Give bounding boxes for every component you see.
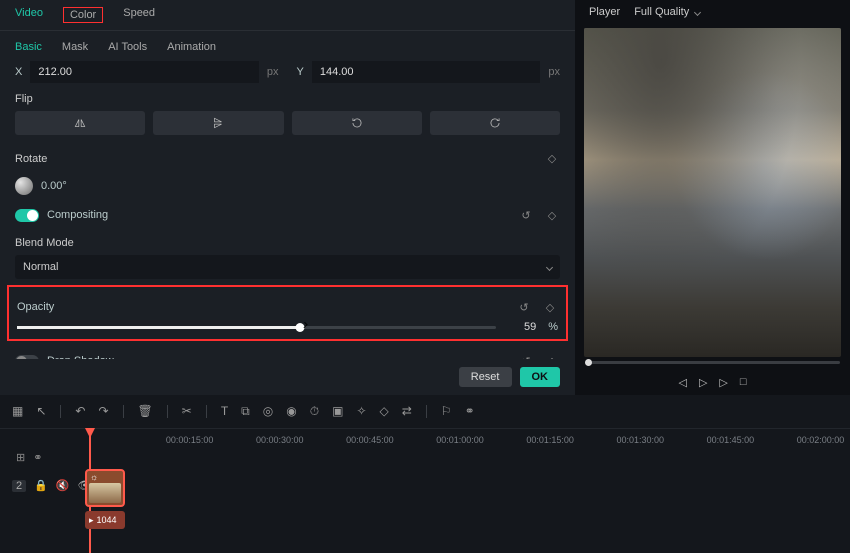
adjust-tool[interactable]: ⇄ — [402, 404, 412, 419]
timeline-ruler[interactable]: 00:00:15:00 00:00:30:00 00:00:45:00 00:0… — [87, 429, 838, 455]
flip-v-icon — [211, 116, 225, 130]
clip-play-icon: ▸ — [89, 515, 94, 526]
opacity-reset-button[interactable]: ↺ — [516, 299, 532, 315]
tab-speed[interactable]: Speed — [123, 7, 155, 23]
ruler-tick: 00:00:30:00 — [256, 435, 304, 445]
compositing-toggle[interactable] — [15, 209, 39, 222]
tab-color[interactable]: Color — [63, 7, 103, 23]
reset-button[interactable]: Reset — [459, 367, 512, 387]
speed-tool[interactable]: ◉ — [286, 404, 296, 419]
tab-animation[interactable]: Animation — [167, 41, 216, 53]
secondary-tabs: Basic Mask AI Tools Animation — [0, 31, 575, 61]
prev-frame-button[interactable]: ◁ — [678, 376, 686, 389]
crop-tool[interactable]: ⧉ — [241, 404, 250, 419]
compositing-label: Compositing — [47, 209, 108, 221]
delete-button[interactable]: 🗑 — [138, 404, 153, 419]
ruler-tick: 00:00:45:00 — [346, 435, 394, 445]
primary-tabs: Video Color Speed — [0, 0, 575, 31]
tab-ai-tools[interactable]: AI Tools — [108, 41, 147, 53]
timeline: ⊞ ⚭ 00:00:15:00 00:00:30:00 00:00:45:00 … — [0, 429, 850, 553]
opacity-value: 59 — [508, 321, 536, 333]
rotate-ccw-button[interactable] — [292, 111, 422, 135]
ruler-tick: 00:01:15:00 — [526, 435, 574, 445]
snap-button[interactable]: ⊞ — [16, 451, 25, 464]
ok-button[interactable]: OK — [520, 367, 561, 387]
tool-select[interactable]: ▦ — [12, 404, 23, 419]
tab-video[interactable]: Video — [15, 7, 43, 23]
ruler-tick: 00:00:15:00 — [166, 435, 214, 445]
timeline-clip[interactable]: ▸ 1044 — [85, 511, 125, 529]
blend-mode-value: Normal — [23, 261, 58, 273]
x-unit: px — [267, 66, 279, 78]
blend-mode-select[interactable]: Normal — [15, 255, 560, 279]
rotate-knob[interactable] — [15, 177, 33, 195]
rotate-cw-button[interactable] — [430, 111, 560, 135]
tool-pointer[interactable]: ↖ — [36, 404, 46, 419]
enhance-tool[interactable]: ✧ — [356, 404, 366, 419]
color-tool[interactable]: ▣ — [332, 404, 343, 419]
stop-button[interactable]: □ — [740, 376, 747, 389]
track-badge: 2 — [12, 480, 26, 492]
text-tool[interactable]: T — [221, 404, 228, 419]
timer-tool[interactable]: ⏱ — [310, 404, 319, 419]
undo-button[interactable]: ↶ — [75, 404, 85, 419]
timeline-toolbar: ▦ ↖ ↶ ↷ 🗑 ✂ T ⧉ ◎ ◉ ⏱ ▣ ✧ ◇ ⇄ ⚐ ⚭ — [0, 395, 850, 429]
compositing-reset-button[interactable]: ↺ — [518, 207, 534, 223]
y-label: Y — [297, 66, 304, 78]
clip-sun-icon: ☼ — [90, 472, 98, 482]
playhead-bar[interactable] — [585, 361, 840, 364]
opacity-section: Opacity ↺ ◇ 59 % — [7, 285, 568, 341]
opacity-keyframe-button[interactable]: ◇ — [542, 299, 558, 315]
flip-label: Flip — [15, 93, 560, 105]
track-lock-button[interactable]: 🔒 — [34, 479, 48, 492]
preview-viewport[interactable] — [584, 28, 841, 357]
player-quality-select[interactable]: Full Quality — [634, 6, 700, 18]
rotate-keyframe-button[interactable]: ◇ — [544, 150, 560, 166]
rotate-ccw-icon — [350, 116, 364, 130]
ruler-tick: 00:01:45:00 — [707, 435, 755, 445]
x-input[interactable] — [30, 61, 259, 83]
ruler-tick: 00:01:30:00 — [616, 435, 664, 445]
play-outlined-button[interactable]: ▷ — [699, 376, 707, 389]
link-clips-button[interactable]: ⚭ — [33, 451, 42, 464]
opacity-slider[interactable] — [17, 326, 496, 329]
rotate-cw-icon — [488, 116, 502, 130]
play-button[interactable]: ▷ — [719, 376, 727, 389]
y-unit: px — [548, 66, 560, 78]
tab-mask[interactable]: Mask — [62, 41, 88, 53]
chevron-down-icon — [546, 263, 553, 270]
drop-shadow-toggle[interactable] — [15, 355, 39, 360]
tab-basic[interactable]: Basic — [15, 41, 42, 53]
player-label: Player — [589, 6, 620, 18]
rotate-value: 0.00° — [41, 180, 67, 192]
cut-button[interactable]: ✂ — [182, 404, 192, 419]
link-tool[interactable]: ⚭ — [465, 404, 475, 419]
blend-label: Blend Mode — [15, 237, 560, 249]
opacity-unit: % — [548, 321, 558, 333]
keyframe-tool[interactable]: ◇ — [380, 404, 389, 419]
flip-vertical-button[interactable] — [153, 111, 283, 135]
flip-horizontal-button[interactable] — [15, 111, 145, 135]
effects-tool[interactable]: ◎ — [263, 404, 273, 419]
redo-button[interactable]: ↷ — [98, 404, 108, 419]
player-quality-value: Full Quality — [634, 6, 689, 18]
timeline-clip[interactable]: ☼ Lens — [85, 469, 125, 507]
chevron-down-icon — [694, 8, 701, 15]
rotate-label: Rotate — [15, 153, 47, 165]
y-input[interactable] — [312, 61, 541, 83]
ruler-tick: 00:01:00:00 — [436, 435, 484, 445]
marker-tool[interactable]: ⚐ — [441, 404, 452, 419]
compositing-keyframe-button[interactable]: ◇ — [544, 207, 560, 223]
x-label: X — [15, 66, 22, 78]
track-mute-button[interactable]: 🔇 — [56, 479, 70, 492]
flip-h-icon — [73, 116, 87, 130]
opacity-label: Opacity — [17, 301, 54, 313]
clip-label: 1044 — [97, 515, 117, 525]
ruler-tick: 00:02:00:00 — [797, 435, 845, 445]
